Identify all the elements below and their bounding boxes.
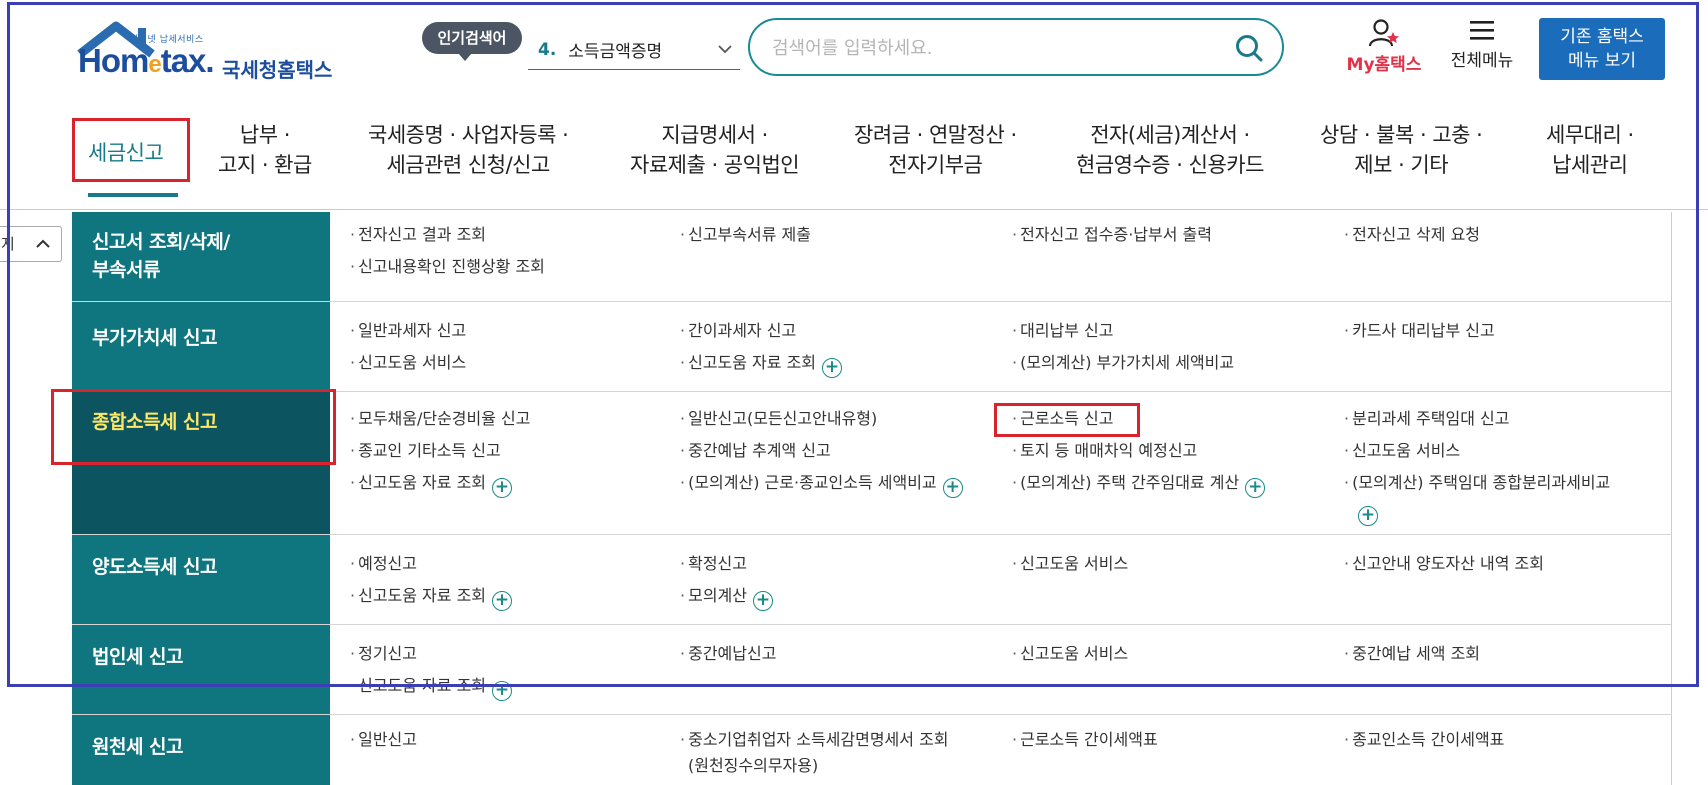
gnb-payment-refund[interactable]: 납부 · 고지 · 환급 [218,120,312,180]
plus-icon[interactable]: + [1358,506,1378,526]
menu-link-expandable[interactable]: (모의계산) 주택 간주임대료 계산+ [1012,472,1266,498]
menu-link[interactable]: 예정신고 [350,553,417,575]
menu-link[interactable]: 토지 등 매매차익 예정신고 [1012,440,1197,462]
hamburger-icon [1470,21,1494,40]
menu-link[interactable]: 확정신고 [680,553,747,575]
popular-term: 소득금액증명 [568,42,663,62]
gnb-tax-agent[interactable]: 세무대리 · 납세관리 [1546,120,1634,180]
menu-row-report-inquiry: 신고서 조회/삭제/부속서류 전자신고 결과 조회 신고부속서류 제출 전자신고… [72,212,1672,302]
menu-link[interactable]: 신고도움 서비스 [1012,643,1128,665]
global-nav: 세금신고 납부 · 고지 · 환급 국세증명 · 사업자등록 · 세금관련 신청/신… [0,98,1708,210]
menu-link[interactable]: 종교인 기타소득 신고 [350,440,501,462]
menu-link[interactable]: 신고부속서류 제출 [680,224,811,246]
gnb-consult-appeal[interactable]: 상담 · 불복 · 고충 · 제보 · 기타 [1320,120,1483,180]
category-withholding[interactable]: 원천세 신고 [72,715,330,785]
menu-link[interactable]: (모의계산) 부가가치세 세액비교 [1012,352,1234,374]
menu-link-expandable[interactable]: 신고도움 자료 조회+ [350,472,513,498]
menu-link-expand-toggle[interactable]: + [1358,500,1378,526]
menu-link-expandable[interactable]: 신고도움 자료 조회+ [680,352,843,378]
menu-link[interactable]: 일반신고 [350,729,417,751]
menu-link[interactable]: 정기신고 [350,643,417,665]
menu-link[interactable]: 신고도움 서비스 [1012,553,1128,575]
plus-icon[interactable]: + [822,358,843,378]
category-income-tax[interactable]: 종합소득세 신고 [72,392,330,534]
menu-link[interactable]: 신고안내 양도자산 내역 조회 [1344,553,1544,575]
menu-link[interactable]: 분리과세 주택임대 신고 [1344,408,1509,430]
menu-link[interactable]: 근로소득 간이세액표 [1012,729,1158,751]
category-vat[interactable]: 부가가치세 신고 [72,302,330,391]
gnb-payment-statement[interactable]: 지급명세서 · 자료제출 · 공익법인 [630,120,800,180]
menu-link-expandable[interactable]: 신고도움 자료 조회+ [350,585,513,611]
mega-menu: 신고서 조회/삭제/부속서류 전자신고 결과 조회 신고부속서류 제출 전자신고… [72,212,1672,785]
menu-link[interactable]: 종교인소득 간이세액표 [1344,729,1504,751]
menu-link-earned-income[interactable]: 근로소득 신고 [1012,408,1113,430]
menu-link-expandable[interactable]: (모의계산) 주택임대 종합분리과세비교 [1344,472,1610,494]
gnb-certificate-registration[interactable]: 국세증명 · 사업자등록 · 세금관련 신청/신고 [368,120,569,180]
plus-icon[interactable]: + [752,591,773,611]
hometax-logo[interactable]: 인터넷 납세서비스 Hometax. 국세청홈택스 [74,18,364,82]
menu-link[interactable]: 모두채움/단순경비율 신고 [350,408,530,430]
menu-link-expandable[interactable]: 모의계산+ [680,585,773,611]
menu-row-withholding: 원천세 신고 일반신고 중소기업취업자 소득세감면명세서 조회 (원천징수의무자… [72,715,1672,785]
menu-link[interactable]: 중간예납신고 [680,643,776,665]
menu-link[interactable]: 전자신고 삭제 요청 [1344,224,1480,246]
menu-link[interactable]: 중소기업취업자 소득세감면명세서 조회 [680,729,948,751]
gnb-active-indicator [88,193,178,197]
menu-row-income-tax: 종합소득세 신고 모두채움/단순경비율 신고 일반신고(모든신고안내유형) 근로… [72,392,1672,535]
all-menu-button[interactable]: 전체메뉴 [1442,18,1522,78]
category-capital-gains[interactable]: 양도소득세 신고 [72,535,330,624]
my-hometax-label: My홈택스 [1346,55,1422,75]
menu-link[interactable]: 간이과세자 신고 [680,320,796,342]
menu-link[interactable]: 카드사 대리납부 신고 [1344,320,1495,342]
menu-link[interactable]: 중간예납 세액 조회 [1344,643,1480,665]
user-icon [1368,19,1399,47]
chevron-down-icon [718,45,732,54]
highlight-box-tax-filing [72,118,190,182]
plus-icon[interactable]: + [492,681,513,701]
plus-icon[interactable]: + [942,478,963,498]
search-box [748,18,1284,76]
menu-link[interactable]: 전자신고 결과 조회 [350,224,486,246]
menu-link[interactable]: 일반신고(모든신고안내유형) [680,408,877,430]
menu-link[interactable]: 신고도움 서비스 [1344,440,1460,462]
menu-row-corporate-tax: 법인세 신고 정기신고 중간예납신고 신고도움 서비스 중간예납 세액 조회 신… [72,625,1672,715]
popular-keyword-select[interactable]: 4. 소득금액증명 [528,30,740,70]
logo-brand: Hometax. [78,42,215,79]
menu-link[interactable]: 중간예납 추계액 신고 [680,440,831,462]
all-menu-label: 전체메뉴 [1450,51,1514,71]
old-hometax-menu-button[interactable]: 기존 홈택스 메뉴 보기 [1539,18,1665,80]
popular-keyword-badge: 인기검색어 [422,22,522,61]
search-input[interactable] [772,34,1212,62]
menu-row-capital-gains: 양도소득세 신고 예정신고 확정신고 신고도움 서비스 신고안내 양도자산 내역… [72,535,1672,625]
logo-korean-name: 국세청홈택스 [222,58,333,82]
menu-link[interactable]: 전자신고 접수증·납부서 출력 [1012,224,1212,246]
category-corporate-tax[interactable]: 법인세 신고 [72,625,330,714]
search-icon[interactable] [1234,33,1264,63]
menu-link-expandable[interactable]: (모의계산) 근로·종교인소득 세액비교+ [680,472,963,498]
menu-link[interactable]: 대리납부 신고 [1012,320,1113,342]
chevron-up-icon [36,239,50,248]
plus-icon[interactable]: + [492,591,513,611]
menu-link[interactable]: 신고내용확인 진행상황 조회 [350,256,545,278]
gnb-e-invoice[interactable]: 전자(세금)계산서 · 현금영수증 · 신용카드 [1076,120,1264,180]
gnb-incentive-yearend[interactable]: 장려금 · 연말정산 · 전자기부금 [854,120,1017,180]
popular-rank: 4. [538,39,557,60]
menu-link-expandable[interactable]: 신고도움 자료 조회+ [350,675,513,701]
menu-link-subline[interactable]: (원천징수의무자용) [688,755,818,777]
category-report-inquiry[interactable]: 신고서 조회/삭제/부속서류 [72,212,330,301]
menu-link[interactable]: 신고도움 서비스 [350,352,466,374]
plus-icon[interactable]: + [1245,478,1266,498]
menu-row-vat: 부가가치세 신고 일반과세자 신고 간이과세자 신고 대리납부 신고 카드사 대… [72,302,1672,392]
menu-close-tab[interactable]: 지 [0,226,62,262]
menu-link[interactable]: 일반과세자 신고 [350,320,466,342]
plus-icon[interactable]: + [492,478,513,498]
my-hometax-button[interactable]: My홈택스 [1340,18,1428,78]
